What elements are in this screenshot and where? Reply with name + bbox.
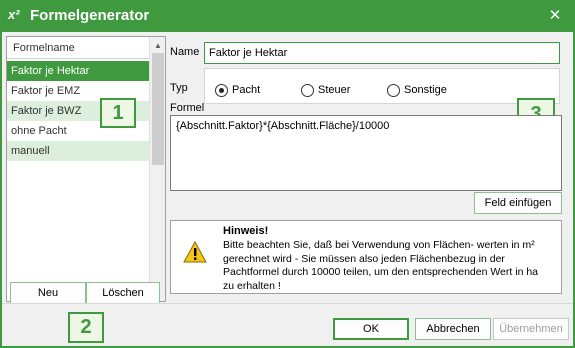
divider <box>2 303 573 304</box>
formel-label: Formel <box>170 102 205 114</box>
list-scrollbar[interactable]: ▲ ▼ <box>149 37 165 301</box>
name-input[interactable]: Faktor je Hektar <box>204 42 560 64</box>
hint-text: Bitte beachten Sie, daß bei Verwendung v… <box>223 239 559 293</box>
radio-sonstige-label: Sonstige <box>404 84 447 96</box>
radio-pacht-label: Pacht <box>232 84 261 96</box>
list-item[interactable]: manuell <box>7 141 149 161</box>
radio-steuer-label: Steuer <box>318 84 351 96</box>
title-bar: x² Formelgenerator ✕ <box>0 0 575 32</box>
formula-app-icon: x² <box>8 7 20 22</box>
radio-steuer-circle[interactable] <box>301 83 314 97</box>
delete-button[interactable]: Löschen <box>86 282 160 304</box>
hint-line: zu erhalten ! <box>223 279 281 292</box>
list-column-header[interactable]: Formelname <box>7 37 149 59</box>
warning-icon <box>183 241 207 263</box>
scroll-thumb[interactable] <box>152 53 164 165</box>
callout-badge-2: 2 <box>68 312 104 343</box>
formula-textarea[interactable]: {Abschnitt.Faktor}*{Abschnitt.Fläche}/10… <box>170 115 562 191</box>
window-title: Formelgenerator <box>30 7 150 24</box>
ok-button[interactable]: OK <box>333 318 409 340</box>
callout-badge-1: 1 <box>100 98 136 128</box>
formula-editor-panel: Name Faktor je Hektar Typ Pacht Steuer S… <box>166 36 571 306</box>
hint-title: Hinweis! <box>223 225 269 237</box>
close-button[interactable]: ✕ <box>545 6 565 26</box>
hint-line: Bitte beachten Sie, daß bei Verwendung v… <box>223 239 535 251</box>
apply-button[interactable]: Übernehmen <box>493 318 569 340</box>
hint-line: Pachtformel durch 10000 teilen, um den e… <box>223 266 538 278</box>
formelgenerator-window: x² Formelgenerator ✕ Formelname Faktor j… <box>0 0 575 348</box>
new-button[interactable]: Neu <box>10 282 86 304</box>
radio-steuer[interactable]: Steuer <box>301 83 350 97</box>
cancel-button[interactable]: Abbrechen <box>415 318 491 340</box>
dialog-body: Formelname Faktor je Hektar Faktor je EMZ… <box>2 32 573 346</box>
hint-box: Hinweis! Bitte beachten Sie, daß bei Ver… <box>170 220 562 294</box>
name-label: Name <box>170 46 200 58</box>
radio-sonstige[interactable]: Sonstige <box>387 83 447 97</box>
radio-sonstige-circle[interactable] <box>387 83 400 97</box>
formula-list-panel: Formelname Faktor je Hektar Faktor je EMZ… <box>6 36 166 302</box>
list-item[interactable]: Faktor je Hektar <box>7 61 149 81</box>
typ-label: Typ <box>170 82 188 94</box>
radio-pacht-circle[interactable] <box>215 83 228 97</box>
typ-radio-group: Pacht Steuer Sonstige <box>204 68 560 104</box>
insert-field-button[interactable]: Feld einfügen <box>474 192 562 214</box>
scroll-up-arrow-icon[interactable]: ▲ <box>150 39 166 53</box>
hint-line: gerechnet wird - Sie müssen also jeden F… <box>223 252 505 265</box>
radio-pacht[interactable]: Pacht <box>215 83 260 97</box>
